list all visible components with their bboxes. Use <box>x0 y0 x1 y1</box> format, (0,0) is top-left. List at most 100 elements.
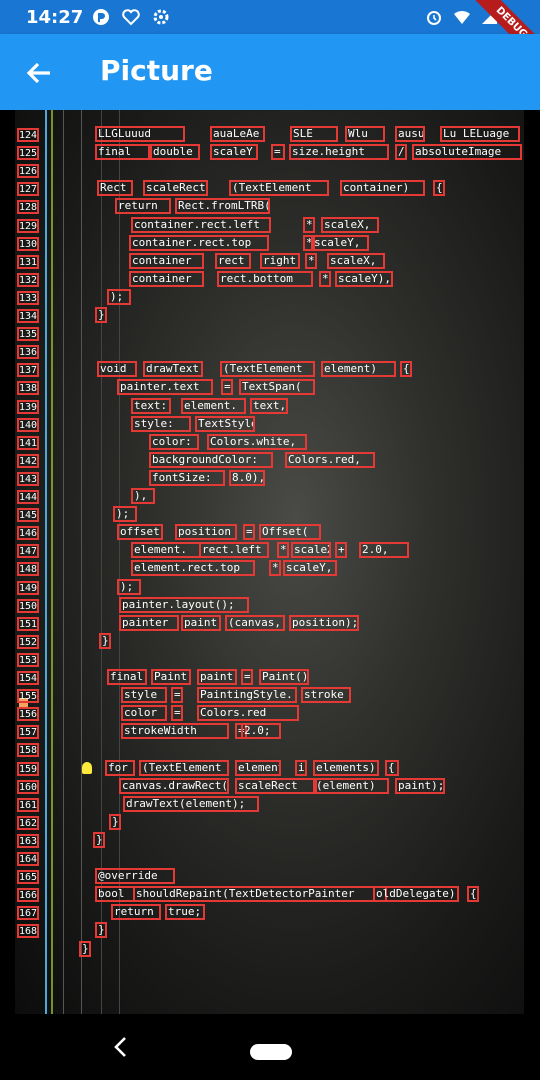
detected-text-box: * <box>319 270 331 287</box>
back-arrow-button[interactable] <box>22 56 56 90</box>
detected-text-box: SLE <box>290 126 338 142</box>
detected-text-box: PaintingStyle. <box>197 687 297 704</box>
detected-text-box: } <box>95 922 107 939</box>
detected-text-box: ); <box>107 288 131 305</box>
detected-text-box: absoluteImage <box>412 144 522 161</box>
detected-text-box: Rect <box>97 180 133 197</box>
detected-text-box: offset <box>117 524 163 541</box>
line-number-box: 167 <box>17 906 39 921</box>
line-number-box: 134 <box>17 309 39 323</box>
alarm-clock-icon <box>427 11 441 25</box>
detected-text-box: ); <box>117 578 141 595</box>
detected-text-box: painter <box>119 614 179 631</box>
line-number-box: 157 <box>17 725 39 740</box>
line-number-box: 139 <box>17 399 39 414</box>
detected-text-box: in <box>295 759 307 776</box>
detected-text-box: element. <box>131 542 201 559</box>
detected-text-box: position); <box>289 614 359 631</box>
line-number-box: 153 <box>17 652 39 667</box>
line-number-box: 135 <box>17 327 39 342</box>
line-number-box: 168 <box>17 924 39 939</box>
detected-text-box: scaleX, <box>327 252 385 269</box>
line-number-box: 129 <box>17 218 39 233</box>
detected-text-box: Rect.fromLTRB( <box>175 198 270 215</box>
detected-text-box: = <box>221 379 233 396</box>
detected-text-box: fontSize: <box>149 469 225 486</box>
detected-text-box: Colors.red, <box>285 451 375 468</box>
detected-text-box: strokeWidth <box>121 723 229 740</box>
app-notification-icon <box>93 9 109 25</box>
line-number-box: 126 <box>17 164 39 179</box>
detected-text-box: scaleX <box>291 542 331 559</box>
detected-text-box: Colors.white, <box>207 433 307 450</box>
detected-text-box: * <box>303 216 315 233</box>
wifi-icon <box>454 10 470 24</box>
detected-text-box: = <box>243 524 255 541</box>
detected-text-box: (TextElement <box>229 180 329 197</box>
app-bar: Picture <box>0 34 540 110</box>
line-number-box: 127 <box>17 182 39 197</box>
line-number-box: 143 <box>17 471 39 486</box>
detected-text-box: { <box>400 361 412 378</box>
nav-back-icon[interactable] <box>110 1034 132 1060</box>
detected-text-box: auaLeAe <box>210 126 265 142</box>
detected-text-box: { <box>385 759 399 776</box>
line-number-box: 162 <box>17 815 39 830</box>
detected-text-box: * <box>305 252 317 269</box>
line-number-box: 150 <box>17 598 39 613</box>
detected-text-box: element. <box>181 397 246 414</box>
line-number-box: 163 <box>17 833 39 848</box>
line-number-box: 124 <box>17 128 39 142</box>
line-number-box: 149 <box>17 580 39 595</box>
detected-text-box: Paint <box>151 669 191 685</box>
detected-text-box: { <box>467 886 479 903</box>
detected-text-box: element) <box>321 361 396 378</box>
detected-text-box: paint); <box>395 777 445 794</box>
detected-text-box: oldDelegate) <box>373 886 459 903</box>
detected-text-box: = <box>171 687 183 704</box>
detected-text-box: (TextElement <box>220 361 315 378</box>
detected-text-box: 2.0, <box>359 542 409 559</box>
health-heart-icon <box>122 9 140 26</box>
line-number-box: 138 <box>17 381 39 396</box>
line-number-box: 137 <box>17 363 39 378</box>
line-number-box: 140 <box>17 417 39 432</box>
detected-text-box: (TextElement <box>139 759 229 776</box>
detected-text-box: final <box>95 144 150 161</box>
nav-home-pill[interactable] <box>250 1044 292 1060</box>
line-number-box: 131 <box>17 254 39 269</box>
detected-text-box: Colors.red <box>197 705 299 722</box>
detected-text-box: true; <box>165 904 205 921</box>
detected-text-box: * <box>277 542 289 559</box>
detected-text-box: final <box>107 669 147 685</box>
line-number-box: 166 <box>17 888 39 903</box>
detected-text-box: element.rect.top <box>131 560 255 577</box>
detected-text-box: paint <box>181 614 221 631</box>
detected-text-box: } <box>95 307 107 323</box>
line-number-box: 133 <box>17 290 39 305</box>
detected-text-box: (canvas, <box>225 614 285 631</box>
detected-text-box: } <box>79 940 91 957</box>
detected-text-box: text: <box>131 397 171 414</box>
line-number-box: 141 <box>17 435 39 450</box>
detected-text-box: 8.0), <box>229 469 265 486</box>
detected-text-box: Paint() <box>259 669 309 685</box>
detected-text-box: stroke <box>301 687 351 704</box>
detected-text-box: Wlu <box>345 126 385 142</box>
detected-text-box: container) <box>340 180 425 197</box>
detected-text-box: shouldRepaint(TextDetectorPainter <box>133 886 387 903</box>
line-number-box: 160 <box>17 779 39 794</box>
detected-text-box: = <box>171 705 183 722</box>
line-number-box: 142 <box>17 453 39 468</box>
detected-text-box: scaleY, <box>283 560 337 577</box>
detected-text-box: drawText(element); <box>123 795 259 812</box>
detected-text-box: container.rect.left <box>131 216 271 233</box>
line-number-box: 144 <box>17 490 39 504</box>
detected-text-box: + <box>335 542 347 559</box>
line-number-box: 156 <box>17 707 39 722</box>
line-number-box: 159 <box>17 761 39 776</box>
line-number-box: 130 <box>17 236 39 251</box>
detected-text-box: rect.bottom <box>217 270 313 287</box>
detected-text-box: rect.left <box>199 542 269 559</box>
detected-text-box: TextStyle( <box>195 415 255 432</box>
